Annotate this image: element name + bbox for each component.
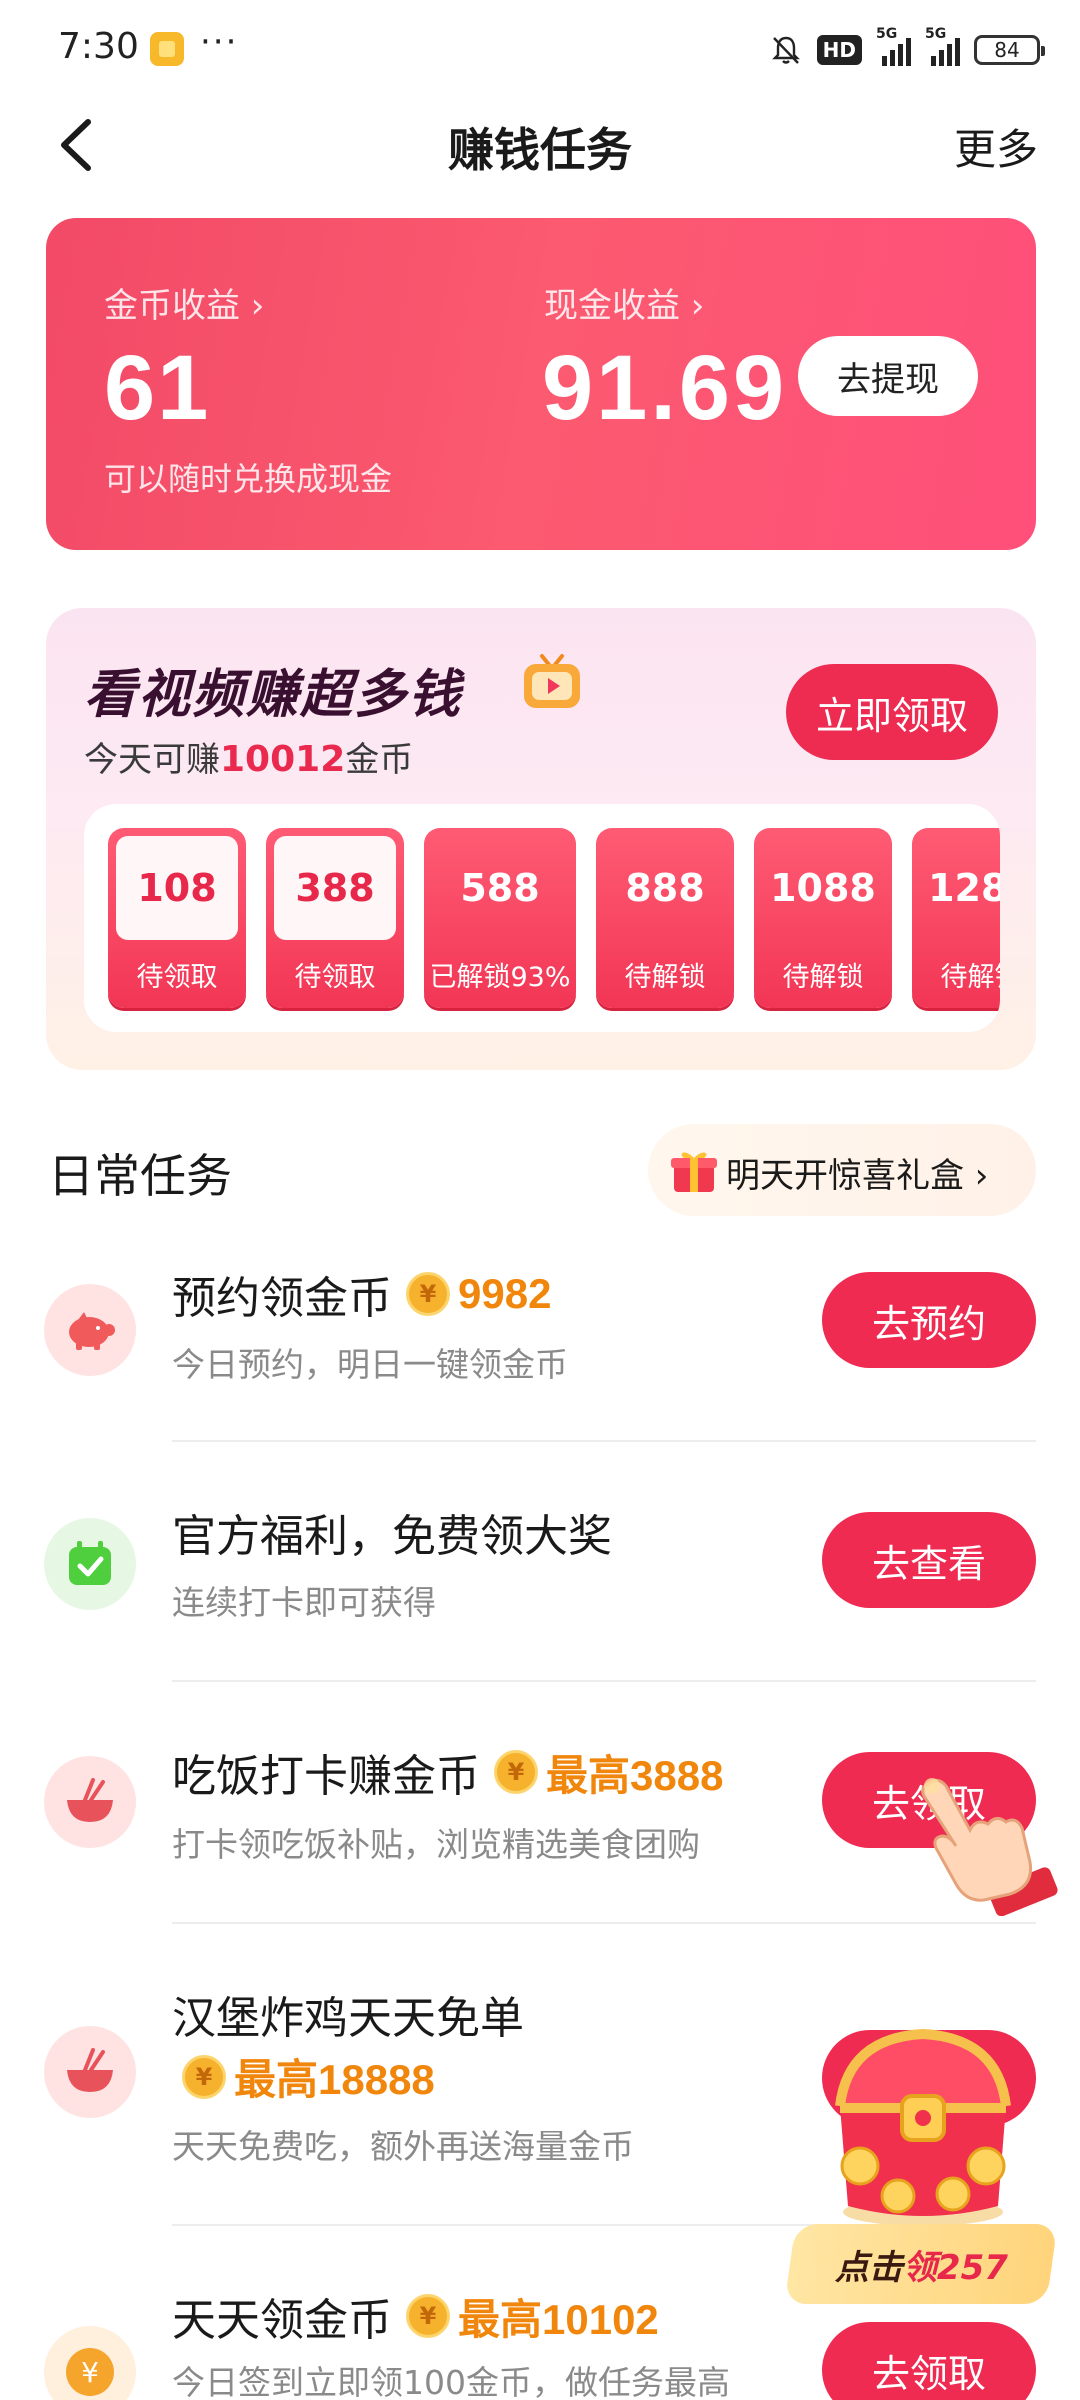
signal-label: 5G [876,26,898,42]
subtitle-prefix: 今天可赚 [84,740,220,780]
task-title-text: 预约领金币 [172,1273,392,1324]
yuan-coin-icon: ¥ [44,2326,136,2400]
coin-icon: ¥ [182,2054,226,2099]
cash-earnings-value: 91.69 [542,337,788,439]
withdraw-button[interactable]: 去提现 [798,336,978,416]
reward-status: 待领取 [136,962,218,993]
claim-coins-button[interactable]: 去领取 [822,2322,1036,2400]
video-card-subtitle: 今天可赚10012金币 [84,732,413,781]
treasure-prefix: 点击 [834,2247,903,2288]
video-reward-card: 看视频赚超多钱 今天可赚10012金币 立即领取 108 待领取 388 待领取… [46,608,1036,1070]
coin-icon: ¥ [494,1750,538,1794]
task-reward: 最高10102 [458,2295,659,2343]
task-reward: 最高18888 [234,2056,435,2103]
subtitle-suffix: 金币 [345,740,414,780]
page-title: 赚钱任务 [448,123,632,177]
notification-app-icon [150,32,184,66]
reward-tile[interactable]: 588 已解锁93% [424,828,576,1008]
rewards-strip[interactable]: 108 待领取 388 待领取 588 已解锁93% 888 待解锁 1088 … [84,804,1000,1032]
divider [172,1440,1036,1442]
reward-tile[interactable]: 1288 待解锁 [912,828,1000,1008]
task-title-text: 天天领金币 [172,2295,392,2346]
reward-tile[interactable]: 888 待解锁 [596,828,734,1008]
task-title: 官方福利，免费领大奖 [172,1500,612,1564]
reward-amount: 108 [116,836,238,940]
status-time: 7:30 [58,26,139,67]
divider [172,1922,1036,1924]
coin-exchange-note: 可以随时兑换成现金 [104,460,393,498]
video-card-title: 看视频赚超多钱 [84,665,463,725]
reward-status: 已解锁93% [429,962,571,993]
reward-amount: 1288 [928,866,1000,910]
treasure-banner-text: 点击领257 [835,2240,1008,2289]
coin-earnings-link[interactable]: 金币收益 › [104,278,264,327]
piggy-bank-icon [44,1284,136,1376]
treasure-amount: 领257 [902,2247,1008,2288]
reward-status: 待解锁 [624,962,706,993]
task-title-text: 吃饭打卡赚金币 [172,1751,480,1802]
reward-tile[interactable]: 1088 待解锁 [754,828,892,1008]
pointing-hand-icon [921,1778,1058,1916]
reward-amount: 388 [274,836,396,940]
hd-voice-icon: HD [816,35,862,65]
reserve-button[interactable]: 去预约 [822,1272,1036,1368]
coin-earnings-value: 61 [104,337,211,439]
task-title: 预约领金币 ¥ 9982 [172,1262,551,1326]
claim-now-button[interactable]: 立即领取 [786,664,998,760]
tv-icon [524,654,580,708]
coin-icon: ¥ [406,2294,450,2338]
task-reward-row: ¥ 最高18888 [172,2046,435,2107]
cash-earnings-link[interactable]: 现金收益 › [544,278,704,327]
reward-amount: 588 [460,866,540,910]
bell-muted-icon [771,36,800,64]
signal-label-2: 5G [925,26,947,42]
reward-status: 待解锁 [940,962,1001,993]
task-title-text: 汉堡炸鸡天天免单 [172,1993,524,2044]
task-reward: 9982 [458,1270,552,1317]
reward-amount: 1088 [770,866,876,910]
task-desc: 天天免费吃，额外再送海量金币 [172,2127,634,2166]
reward-tile[interactable]: 388 待领取 [266,828,404,1008]
task-title: 吃饭打卡赚金币 ¥ 最高3888 [172,1740,723,1804]
rice-bowl-icon [44,2026,136,2118]
treasure-chest-icon[interactable] [818,2016,1028,2236]
earnings-card: 金币收益 › 61 可以随时兑换成现金 现金收益 › 91.69 去提现 [46,218,1036,550]
status-bar: 7:30 ··· HD 5G 5G 84 [0,0,1080,100]
subtitle-amount: 10012 [220,739,346,780]
signal-icon-2: 5G [925,26,960,66]
signal-icon: 5G [876,26,911,66]
reward-status: 待解锁 [782,962,864,993]
nav-bar: 赚钱任务 更多 [0,100,1080,190]
more-notifications-icon: ··· [200,22,239,62]
more-button[interactable]: 更多 [954,116,1038,177]
daily-tasks-header: 日常任务 [48,1149,232,1203]
task-desc: 今日签到立即领100金币，做任务最高 [172,2363,730,2400]
task-title: 天天领金币 ¥ 最高10102 [172,2284,659,2348]
gift-banner-text: 明天开惊喜礼盒 › [726,1156,989,1196]
task-title: 汉堡炸鸡天天免单 [172,1982,524,2046]
task-desc: 打卡领吃饭补贴，浏览精选美食团购 [172,1825,700,1864]
gift-box-banner[interactable]: 明天开惊喜礼盒 › [648,1124,1036,1216]
divider [172,1680,1036,1682]
task-desc: 今日预约，明日一键领金币 [172,1345,568,1384]
rice-bowl-icon [44,1756,136,1848]
task-title-text: 官方福利，免费领大奖 [172,1511,612,1562]
coin-icon: ¥ [406,1272,450,1316]
battery-icon: 84 [974,35,1045,65]
view-button[interactable]: 去查看 [822,1512,1036,1608]
gift-icon [671,1152,717,1192]
battery-level: 84 [994,38,1020,62]
task-desc: 连续打卡即可获得 [172,1583,436,1622]
reward-tile[interactable]: 108 待领取 [108,828,246,1008]
status-icons: HD 5G 5G 84 [769,26,1045,72]
reward-amount: 888 [625,866,705,910]
treasure-claim-banner[interactable]: 点击领257 [784,2224,1058,2304]
svg-text:¥: ¥ [81,2356,99,2389]
reward-status: 待领取 [294,962,376,993]
task-reward: 最高3888 [546,1751,724,1799]
calendar-check-icon [44,1518,136,1610]
